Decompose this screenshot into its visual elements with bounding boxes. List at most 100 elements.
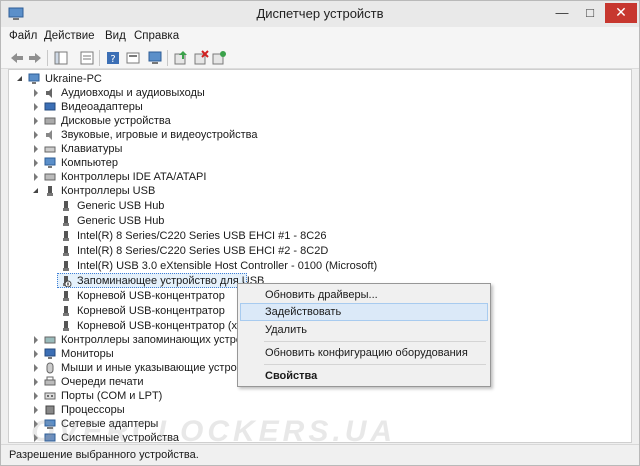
window-title: Диспетчер устройств — [256, 6, 384, 21]
disk-drive-icon — [44, 117, 56, 125]
tree-item-label: Intel(R) 8 Series/C220 Series USB EHCI #… — [77, 245, 329, 257]
menu-file[interactable]: Файл — [9, 30, 37, 42]
tree-item-computer[interactable]: Компьютер — [31, 156, 431, 171]
console-tree-icon[interactable] — [53, 50, 69, 66]
toolbar-separator — [47, 50, 48, 66]
tree-item-label: Аудиовходы и аудиовыходы — [61, 87, 205, 99]
close-button[interactable]: ✕ — [605, 3, 637, 23]
tree-item-label: Системные устройства — [61, 432, 180, 443]
usb-icon — [63, 216, 69, 226]
scan-hardware-icon[interactable] — [211, 50, 227, 66]
menu-item-properties[interactable]: Свойства — [240, 367, 488, 385]
menu-help[interactable]: Справка — [134, 30, 179, 42]
tree-item-keyboards[interactable]: Клавиатуры — [31, 142, 431, 157]
minimize-button[interactable]: — — [549, 3, 575, 23]
tree-item-label: Корневой USB-концентратор — [77, 305, 225, 317]
computer-icon — [28, 73, 40, 84]
tree-item-label: Мониторы — [61, 348, 114, 360]
tree-item-usb-device[interactable]: Generic USB Hub — [47, 199, 547, 214]
expand-arrow-icon[interactable] — [34, 159, 38, 167]
processor-icon — [45, 405, 55, 415]
toolbar-separator — [99, 50, 100, 66]
expand-arrow-icon[interactable] — [34, 350, 38, 358]
tree-root-label: Ukraine-PC — [45, 73, 102, 85]
tree-item-label: Клавиатуры — [61, 143, 123, 155]
menu-separator — [264, 341, 486, 342]
toolbar: ? — [1, 47, 639, 69]
mouse-icon — [46, 362, 54, 374]
tree-item-net[interactable]: Сетевые адаптеры — [31, 417, 431, 432]
menu-item-enable[interactable]: Задействовать — [240, 303, 488, 321]
tree-item-usb-device[interactable]: Generic USB Hub — [47, 214, 547, 229]
usb-icon — [63, 291, 69, 301]
maximize-button[interactable]: □ — [577, 3, 603, 23]
expand-arrow-icon[interactable] — [34, 117, 38, 125]
expand-arrow-icon[interactable] — [34, 406, 38, 414]
tree-item-usb-device[interactable]: Intel(R) USB 3.0 eXtensible Host Control… — [47, 259, 607, 274]
disable-device-icon[interactable] — [193, 50, 209, 66]
expand-arrow-icon[interactable] — [34, 336, 38, 344]
tree-item-usb-storage-selected[interactable]: Запоминающее устройство для USB — [47, 274, 264, 289]
toolbar-separator — [167, 50, 168, 66]
properties-icon[interactable] — [79, 50, 95, 66]
forward-icon[interactable] — [27, 50, 43, 66]
tree-item-sound[interactable]: Звуковые, игровые и видеоустройства — [31, 128, 431, 143]
usb-icon — [63, 201, 69, 211]
expand-arrow-icon[interactable] — [34, 434, 38, 442]
tree-item-ports[interactable]: Порты (COM и LPT) — [31, 389, 431, 404]
tree-item-label: Контроллеры USB — [61, 185, 156, 197]
show-hidden-icon[interactable] — [125, 50, 141, 66]
usb-icon — [63, 306, 69, 316]
tree-root[interactable]: Ukraine-PC — [15, 72, 415, 87]
tree-item-audio[interactable]: Аудиовходы и аудиовыходы — [31, 86, 431, 101]
tree-item-disks[interactable]: Дисковые устройства — [31, 114, 431, 129]
tree-item-label: Видеоадаптеры — [61, 101, 143, 113]
tree-item-label: Очереди печати — [61, 376, 144, 388]
speaker-icon — [46, 88, 52, 98]
collapse-arrow-icon[interactable] — [33, 188, 38, 193]
usb-icon — [63, 261, 69, 271]
status-text: Разрешение выбранного устройства. — [9, 449, 199, 461]
expand-arrow-icon[interactable] — [34, 420, 38, 428]
sound-icon — [46, 130, 52, 140]
menu-item-scan-hardware[interactable]: Обновить конфигурацию оборудования — [240, 344, 488, 362]
update-driver-icon[interactable] — [173, 50, 189, 66]
expand-arrow-icon[interactable] — [34, 392, 38, 400]
disabled-usb-icon — [63, 276, 72, 287]
menu-item-delete[interactable]: Удалить — [240, 321, 488, 339]
tree-item-usb[interactable]: Контроллеры USB — [31, 184, 431, 199]
tree-item-label: Intel(R) 8 Series/C220 Series USB EHCI #… — [77, 230, 327, 242]
tree-item-label: Дисковые устройства — [61, 115, 171, 127]
tree-item-system[interactable]: Системные устройства — [31, 431, 431, 443]
tree-item-label: Компьютер — [61, 157, 118, 169]
expand-arrow-icon[interactable] — [34, 131, 38, 139]
tree-item-video[interactable]: Видеоадаптеры — [31, 100, 431, 115]
tree-item-usb-device[interactable]: Intel(R) 8 Series/C220 Series USB EHCI #… — [47, 229, 547, 244]
menu-item-update-drivers[interactable]: Обновить драйверы... — [240, 286, 488, 304]
tree-item-label: Сетевые адаптеры — [61, 418, 159, 430]
expand-arrow-icon[interactable] — [34, 145, 38, 153]
tree-item-ide[interactable]: Контроллеры IDE ATA/ATAPI — [31, 170, 431, 185]
expand-arrow-icon[interactable] — [34, 364, 38, 372]
tree-item-label: Корневой USB-концентратор (xHCI) — [77, 320, 260, 332]
tree-item-label: Корневой USB-концентратор — [77, 290, 225, 302]
back-icon[interactable] — [9, 50, 25, 66]
tree-item-label: Контроллеры запоминающих устройств — [61, 334, 265, 346]
expand-arrow-icon[interactable] — [34, 103, 38, 111]
expand-arrow-icon[interactable] — [34, 173, 38, 181]
collapse-arrow-icon[interactable] — [17, 76, 22, 81]
tree-item-usb-device[interactable]: Intel(R) 8 Series/C220 Series USB EHCI #… — [47, 244, 547, 259]
expand-arrow-icon[interactable] — [34, 89, 38, 97]
svg-text:?: ? — [110, 54, 115, 65]
tree-item-label: Intel(R) USB 3.0 eXtensible Host Control… — [77, 260, 378, 272]
expand-arrow-icon[interactable] — [34, 378, 38, 386]
help-icon[interactable]: ? — [105, 50, 121, 66]
network-adapter-icon — [44, 419, 56, 429]
system-device-icon — [44, 433, 56, 442]
title-bar[interactable]: Диспетчер устройств — □ ✕ — [1, 1, 639, 27]
computer-icon[interactable] — [147, 50, 163, 66]
menu-action[interactable]: Действие — [44, 30, 95, 42]
tree-item-cpu[interactable]: Процессоры — [31, 403, 431, 418]
menu-view[interactable]: Вид — [105, 30, 126, 42]
tree-item-label: Звуковые, игровые и видеоустройства — [61, 129, 258, 141]
